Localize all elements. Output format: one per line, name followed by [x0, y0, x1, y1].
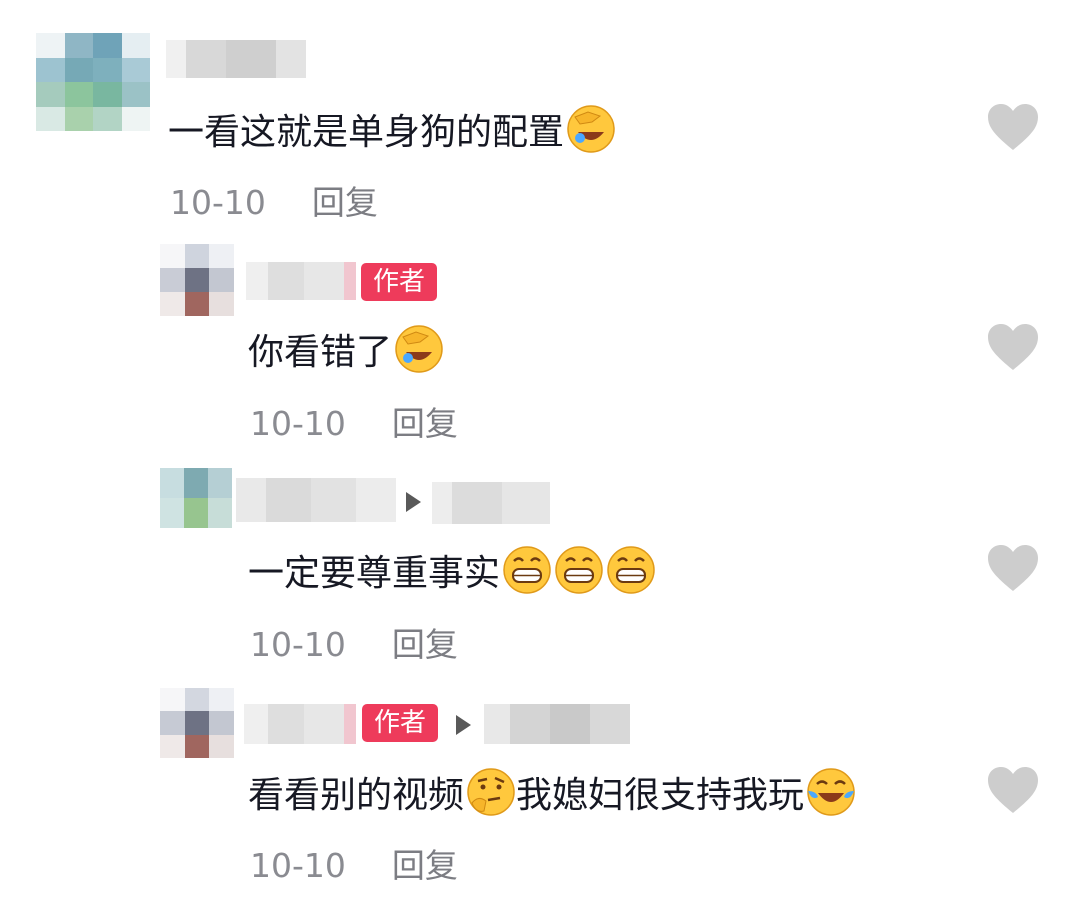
reply-arrow-icon	[456, 715, 471, 735]
comment-text-content: 一定要尊重事实	[248, 553, 501, 594]
avatar[interactable]	[160, 468, 232, 528]
username-blurred[interactable]	[236, 478, 396, 522]
comment-text: 你看错了	[248, 324, 444, 374]
comment-text: 看看别的视频 我媳妇很支持我玩	[248, 766, 856, 818]
reply-button[interactable]: 回复	[392, 846, 458, 885]
reply-button[interactable]: 回复	[392, 404, 458, 443]
reply-button[interactable]: 回复	[312, 183, 378, 222]
reply-arrow-icon	[406, 492, 421, 512]
grinning-emoji	[607, 546, 655, 594]
author-badge: 作者	[361, 263, 437, 301]
avatar[interactable]	[36, 33, 150, 131]
like-heart-icon[interactable]	[986, 543, 1040, 593]
username-blurred[interactable]	[244, 704, 356, 744]
grinning-emoji	[503, 546, 551, 594]
comment-text-content: 一看这就是单身狗的配置	[168, 112, 565, 153]
grinning-emoji	[555, 546, 603, 594]
thinking-emoji	[467, 768, 515, 816]
avatar[interactable]	[160, 244, 234, 316]
like-heart-icon[interactable]	[986, 765, 1040, 815]
reply-target-username-blurred[interactable]	[432, 482, 550, 524]
comment-date: 10-10	[250, 625, 346, 664]
like-heart-icon[interactable]	[986, 102, 1040, 152]
comment-date: 10-10	[250, 404, 346, 443]
author-badge: 作者	[362, 704, 438, 742]
comment-text-content: 看看别的视频	[248, 775, 465, 816]
reply-button[interactable]: 回复	[392, 625, 458, 664]
comment-date: 10-10	[250, 846, 346, 885]
comment-text-content-2: 我媳妇很支持我玩	[516, 775, 805, 816]
like-heart-icon[interactable]	[986, 322, 1040, 372]
comment-meta: 10-10 回复	[250, 618, 458, 666]
comment-date: 10-10	[170, 183, 266, 222]
reply-target-username-blurred[interactable]	[484, 704, 630, 744]
username-blurred[interactable]	[246, 262, 356, 300]
comment-meta: 10-10 回复	[250, 839, 458, 887]
comment-meta: 10-10 回复	[170, 176, 378, 224]
comment-text: 一定要尊重事实	[248, 545, 656, 595]
comment-meta: 10-10 回复	[250, 397, 458, 445]
crying-laughing-emoji	[807, 768, 855, 816]
avatar[interactable]	[160, 688, 234, 758]
username-blurred[interactable]	[166, 40, 306, 78]
comment-text-content: 你看错了	[248, 332, 393, 373]
facepalm-laughing-emoji	[567, 105, 615, 153]
facepalm-laughing-emoji	[395, 325, 443, 373]
comment-text: 一看这就是单身狗的配置	[168, 104, 616, 154]
